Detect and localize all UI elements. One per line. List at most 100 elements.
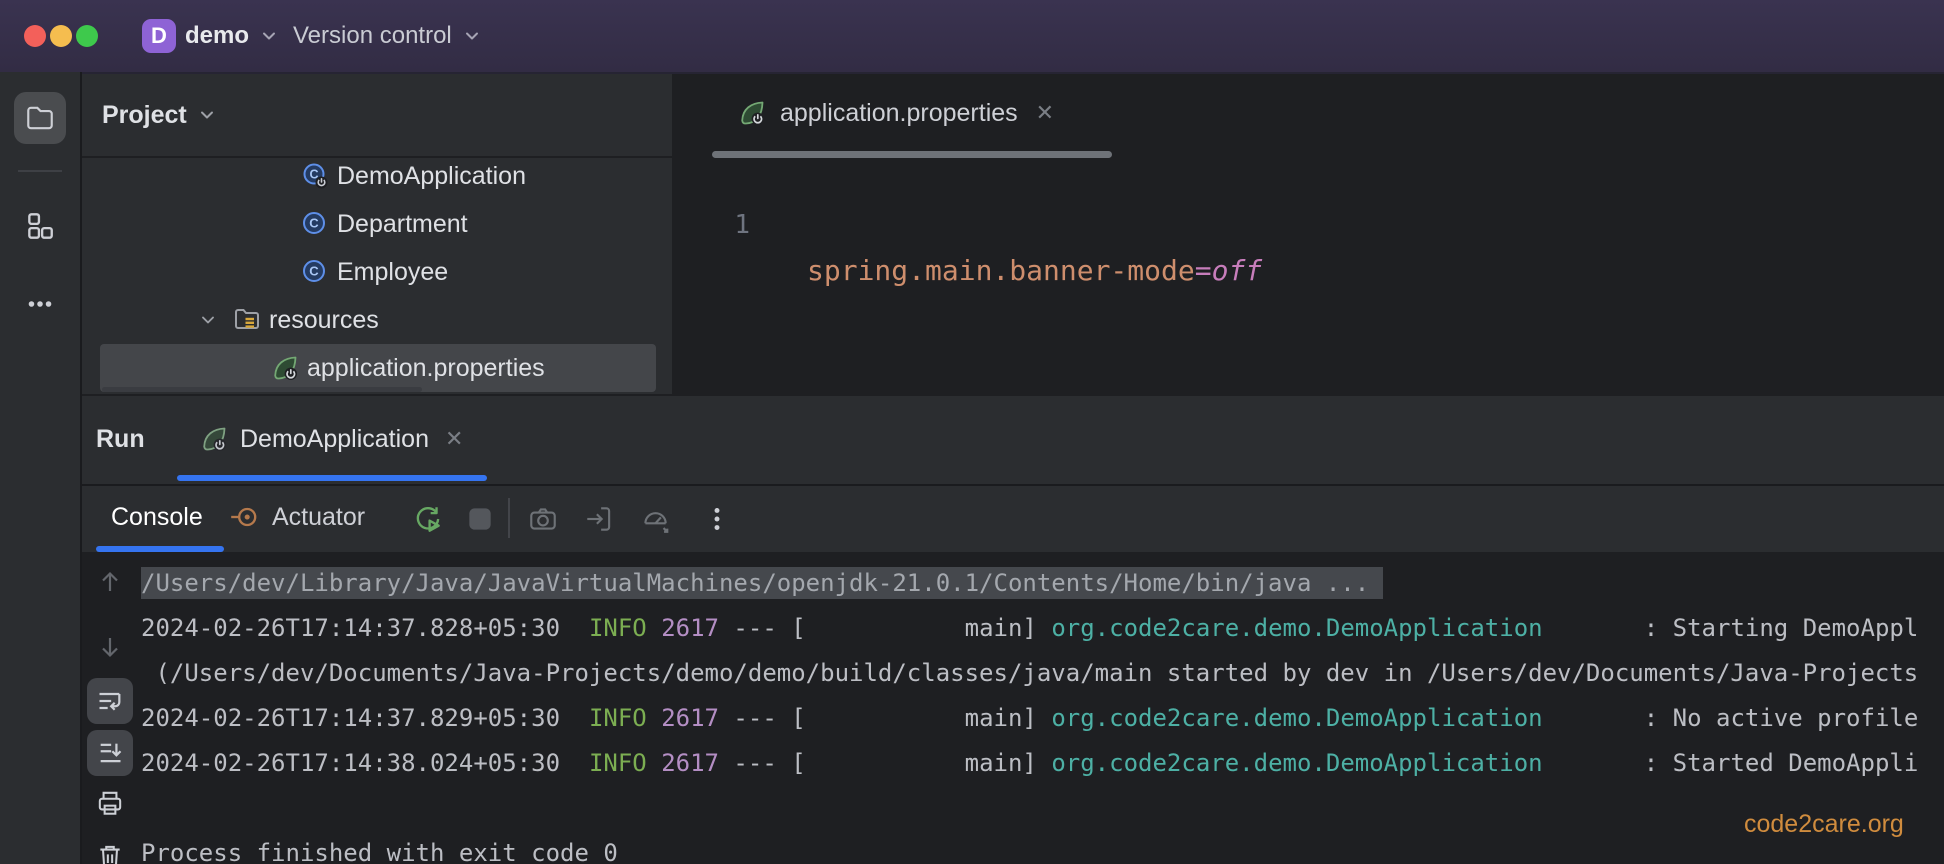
gauge-button[interactable]	[638, 502, 672, 536]
console-line: /Users/dev/Library/Java/JavaVirtualMachi…	[141, 561, 1944, 606]
tree-item-label: DemoApplication	[337, 162, 526, 190]
property-separator: =	[1194, 254, 1212, 287]
tree-item-resources[interactable]: resources	[82, 296, 672, 344]
project-widget-label: demo	[185, 22, 250, 49]
soft-wrap-icon	[99, 692, 121, 711]
project-panel-header[interactable]: Project	[102, 74, 217, 156]
run-tool-window: Run DemoApplication ✕ Console Actuator /…	[82, 396, 1944, 864]
tree-item-label: application.properties	[307, 354, 545, 382]
tree-item-label: Employee	[337, 258, 449, 286]
run-tab-demoapplication[interactable]: DemoApplication ✕	[182, 396, 485, 482]
actuator-icon	[228, 501, 260, 533]
console-tab-underline	[96, 546, 224, 552]
macos-zoom-button[interactable]	[76, 25, 98, 47]
more-tool-windows-button[interactable]	[14, 278, 66, 330]
stop-icon	[469, 508, 491, 530]
property-value: off	[1211, 254, 1263, 287]
console-lines[interactable]: /Users/dev/Library/Java/JavaVirtualMachi…	[141, 561, 1944, 864]
spring-properties-icon	[738, 99, 766, 127]
tree-item-employee[interactable]: C Employee	[82, 248, 672, 296]
exit-icon	[587, 507, 611, 531]
close-icon[interactable]: ✕	[1032, 100, 1058, 126]
scroll-to-end-button[interactable]	[87, 730, 133, 776]
toolbar-divider	[508, 498, 510, 538]
run-tab-label: DemoApplication	[240, 424, 429, 453]
class-icon: C	[301, 210, 327, 236]
svg-text:C: C	[309, 216, 319, 231]
macos-close-button[interactable]	[24, 25, 46, 47]
class-icon: C	[301, 258, 327, 284]
horizontal-scrollbar[interactable]	[102, 387, 422, 392]
printer-icon	[98, 791, 122, 815]
spring-boot-class-icon: C	[301, 162, 329, 190]
selected-tab-underline	[177, 475, 487, 481]
more-actions-button[interactable]	[700, 502, 734, 536]
actuator-tab-label: Actuator	[272, 502, 366, 531]
chevron-down-icon	[197, 105, 217, 125]
rerun-icon	[416, 507, 440, 532]
project-tool-window-button[interactable]	[14, 92, 66, 144]
spring-leaf-icon	[200, 425, 228, 453]
macos-minimize-button[interactable]	[50, 25, 72, 47]
tool-window-stripe	[0, 72, 82, 864]
console-selected-line: /Users/dev/Library/Java/JavaVirtualMachi…	[141, 567, 1384, 599]
tree-item-department[interactable]: C Department	[82, 200, 672, 248]
chevron-down-icon[interactable]	[198, 310, 218, 330]
watermark: code2care.org	[1744, 810, 1904, 838]
down-arrow-icon	[102, 638, 118, 658]
gauge-icon	[644, 512, 669, 533]
tree-item-label: resources	[269, 306, 379, 334]
editor-tab-label: application.properties	[780, 98, 1018, 127]
tree-item-demoapplication[interactable]: C DemoApplication	[82, 152, 672, 200]
code-text: spring.main.banner-mode=off	[807, 248, 1262, 293]
close-icon[interactable]: ✕	[441, 426, 467, 452]
tab-actuator[interactable]: Actuator	[222, 486, 371, 548]
tree-item-label: Department	[337, 210, 468, 238]
project-panel: Project C DemoApplication C Department C Empl…	[82, 74, 672, 394]
editor[interactable]: application.properties ✕ 1 spring.main.b…	[674, 74, 1944, 394]
ide-window: D demo Version control Project C DemoApp…	[0, 0, 1944, 864]
property-key: spring.main.banner-mode	[807, 254, 1195, 287]
clear-all-button[interactable]	[87, 833, 133, 864]
project-avatar: D	[142, 19, 176, 53]
chevron-down-icon	[462, 26, 482, 46]
structure-tool-window-button[interactable]	[14, 200, 66, 252]
folder-icon	[24, 102, 56, 134]
up-arrow-icon	[102, 571, 118, 591]
stripe-divider	[18, 170, 62, 172]
resources-folder-icon	[233, 306, 261, 332]
code-line[interactable]: 1 spring.main.banner-mode=off	[674, 158, 1944, 287]
vcs-widget-label: Version control	[293, 22, 452, 49]
run-header: Run DemoApplication ✕	[82, 396, 1944, 486]
soft-wrap-button[interactable]	[87, 678, 133, 724]
console-line: (/Users/dev/Documents/Java-Projects/demo…	[141, 659, 1919, 687]
exit-button[interactable]	[582, 502, 616, 536]
scroll-to-end-icon	[100, 743, 122, 763]
tree-item-application-properties[interactable]: application.properties	[100, 344, 656, 392]
svg-text:C: C	[309, 264, 319, 279]
console-line: 2024-02-26T17:14:37.829+05:30 INFO 2617 …	[141, 704, 1919, 732]
scroll-down-button[interactable]	[87, 624, 133, 670]
thread-dump-button[interactable]	[526, 502, 560, 536]
console-toolbar: Console Actuator	[82, 486, 1944, 552]
stop-button[interactable]	[463, 502, 497, 536]
project-panel-title: Project	[102, 100, 187, 129]
project-widget[interactable]: demo	[185, 0, 279, 72]
editor-tab-application-properties[interactable]: application.properties ✕	[712, 74, 1084, 152]
trash-icon	[100, 845, 120, 864]
print-button[interactable]	[87, 780, 133, 826]
scroll-up-button[interactable]	[87, 559, 133, 605]
line-number: 1	[734, 210, 750, 240]
editor-tab-underline	[712, 151, 1112, 158]
tab-console[interactable]: Console	[96, 486, 218, 548]
chevron-down-icon	[259, 26, 279, 46]
camera-icon	[530, 508, 556, 530]
console-line: 2024-02-26T17:14:38.024+05:30 INFO 2617 …	[141, 749, 1919, 777]
structure-icon	[24, 210, 56, 242]
console-line: Process finished with exit code 0	[141, 839, 618, 864]
vcs-widget[interactable]: Version control	[293, 0, 482, 72]
titlebar: D demo Version control	[0, 0, 1944, 74]
rerun-button[interactable]	[411, 502, 445, 536]
console-line: 2024-02-26T17:14:37.828+05:30 INFO 2617 …	[141, 614, 1919, 642]
